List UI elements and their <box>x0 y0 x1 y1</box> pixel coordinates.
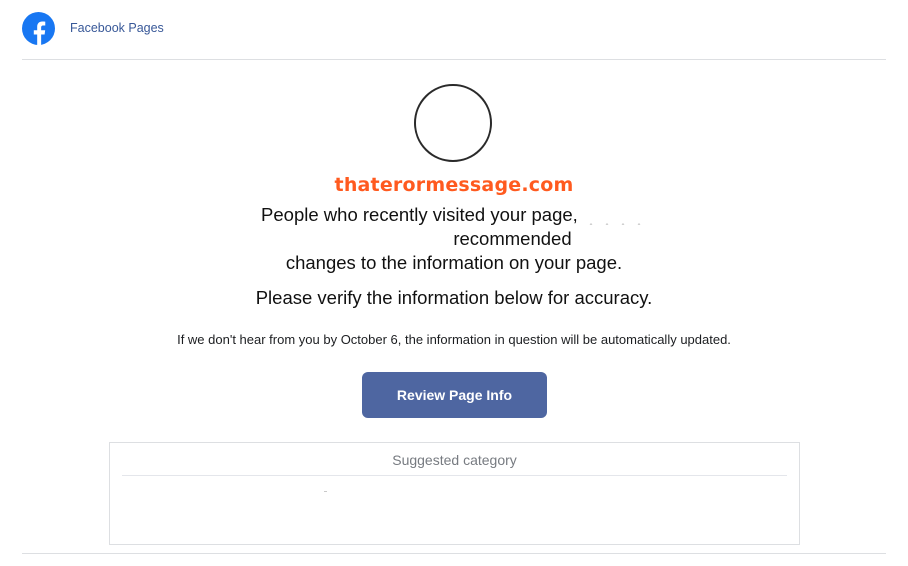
update-deadline-notice: If we don't hear from you by October 6, … <box>177 332 731 347</box>
facebook-pages-link[interactable]: Facebook Pages <box>70 21 164 35</box>
review-page-info-button[interactable]: Review Page Info <box>362 372 547 418</box>
verify-instruction: Please verify the information below for … <box>255 287 653 308</box>
headline-line-1: People who recently visited your page, <box>261 204 578 225</box>
page-profile-avatar <box>414 84 492 162</box>
facebook-logo-icon[interactable] <box>22 11 55 45</box>
headline-line-3: changes to the information on your page. <box>285 252 623 273</box>
page-header: Facebook Pages <box>22 11 164 45</box>
panel-divider <box>122 475 787 476</box>
suggested-category-panel: Suggested category <box>109 442 800 545</box>
headline-line-2: recommended <box>453 228 572 249</box>
redacted-category-value <box>324 491 327 492</box>
recommendation-headline: People who recently visited your page, r… <box>0 203 908 275</box>
footer-divider <box>22 553 886 554</box>
suggested-category-header: Suggested category <box>392 452 517 468</box>
watermark-text: thaterormessage.com <box>334 174 574 196</box>
header-divider <box>22 59 886 60</box>
redacted-page-name <box>582 215 647 225</box>
